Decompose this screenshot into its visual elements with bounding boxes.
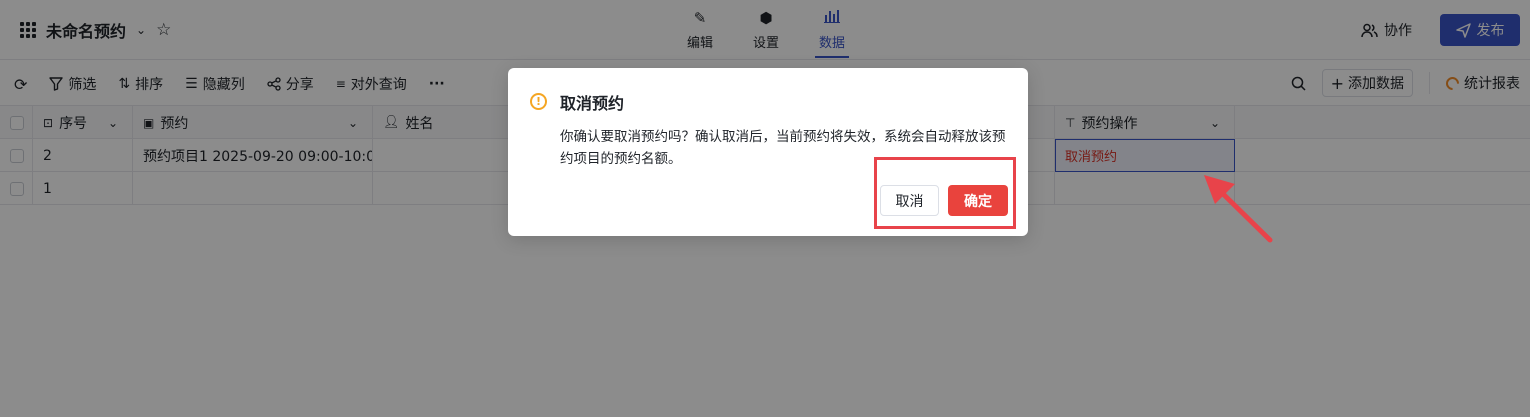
annotation-highlight-box <box>874 157 1016 229</box>
annotation-arrow-icon <box>1204 175 1273 243</box>
dialog-title: 取消预约 <box>560 94 625 113</box>
warning-icon: ! <box>530 93 547 110</box>
